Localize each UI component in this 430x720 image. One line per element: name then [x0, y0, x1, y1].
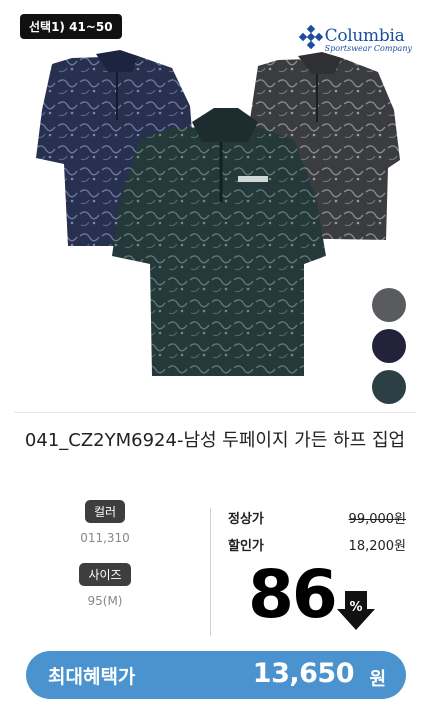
- vertical-divider: [210, 508, 211, 636]
- green-shirt: [112, 108, 326, 376]
- max-benefit-button[interactable]: 최대혜택가 13,650 원: [26, 651, 406, 699]
- product-image[interactable]: 선택1) 41~50 Columbia Sportswear Company: [12, 10, 418, 408]
- regular-price-value: 99,000원: [348, 512, 406, 527]
- size-label: 사이즈: [79, 563, 131, 586]
- swatch-gray[interactable]: [372, 288, 406, 322]
- color-label: 컬러: [84, 500, 126, 523]
- regular-price-label: 정상가: [228, 512, 264, 527]
- max-benefit-label: 최대혜택가: [48, 666, 136, 688]
- swatch-navy[interactable]: [372, 329, 406, 363]
- size-value: 95(M): [87, 594, 123, 608]
- brand-name: Columbia: [324, 26, 405, 46]
- discount-percent-sign: %: [349, 600, 362, 615]
- product-card[interactable]: 선택1) 41~50 Columbia Sportswear Company 0…: [0, 0, 430, 720]
- max-benefit-amount: 13,650: [252, 658, 355, 689]
- divider: [14, 412, 416, 413]
- color-value: 011,310: [80, 531, 130, 545]
- product-title[interactable]: 041_CZ2YM6924-남성 두페이지 가든 하프 집업: [20, 428, 410, 454]
- discount-rate: 86: [248, 556, 338, 633]
- option-badge: 선택1) 41~50: [20, 14, 122, 39]
- brand-logo: Columbia Sportswear Company: [298, 25, 412, 53]
- option-info: 컬러 011,310 사이즈 95(M): [30, 500, 180, 608]
- max-benefit-unit: 원: [369, 669, 386, 690]
- sale-price-label: 할인가: [228, 539, 264, 554]
- sale-price-value: 18,200원: [348, 539, 406, 554]
- shirt-illustration: [36, 50, 400, 376]
- discount-down-arrow-icon: %: [337, 591, 375, 630]
- swatch-green[interactable]: [372, 370, 406, 404]
- color-swatches: [372, 288, 408, 408]
